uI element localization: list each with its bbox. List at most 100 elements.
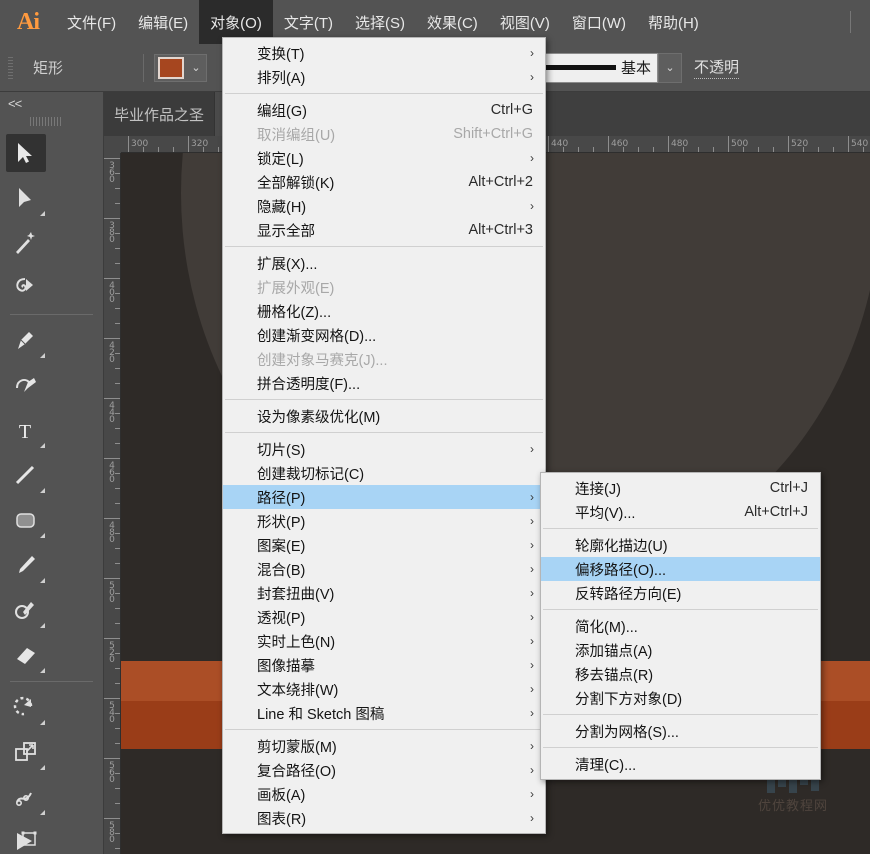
object-menu-item-19[interactable]: 图案(E)› <box>223 533 545 557</box>
brush-name-label: 基本 <box>621 57 651 78</box>
scale-tool-icon <box>12 739 40 767</box>
object-menu-item-17[interactable]: 路径(P)› <box>223 485 545 509</box>
object-menu-item-1[interactable]: 排列(A)› <box>223 65 545 89</box>
ruler-minor-tick <box>653 147 654 152</box>
brush-preview-icon <box>544 65 616 70</box>
ruler-tick <box>104 278 120 279</box>
tools-panel: << T ↰ <box>0 92 104 854</box>
fill-chevron-down-icon[interactable]: ⌄ <box>186 55 206 81</box>
object-menu-item-0[interactable]: 变换(T)› <box>223 41 545 65</box>
path-submenu-item-7[interactable]: 移去锚点(R) <box>541 662 820 686</box>
app-logo-icon: Ai <box>0 0 56 44</box>
object-menu-item-7[interactable]: 显示全部Alt+Ctrl+3 <box>223 218 545 242</box>
menu-0[interactable]: 文件(F) <box>56 0 127 44</box>
fill-swatch[interactable] <box>158 57 184 79</box>
object-menu-item-25[interactable]: 文本绕排(W)› <box>223 677 545 701</box>
submenu-chevron-right-icon: › <box>530 562 534 576</box>
object-menu-item-11[interactable]: 创建渐变网格(D)... <box>223 323 545 347</box>
paintbrush-tool-icon <box>12 552 40 580</box>
object-menu-dropdown[interactable]: 变换(T)›排列(A)› 编组(G)Ctrl+G取消编组(U)Shift+Ctrl… <box>222 37 546 834</box>
type-tool[interactable]: T <box>0 408 52 453</box>
menu-item-label: 分割下方对象(D) <box>575 688 808 709</box>
object-menu-item-30[interactable]: 图表(R)› <box>223 806 545 830</box>
ruler-corner[interactable] <box>104 136 121 153</box>
path-submenu-item-8[interactable]: 分割下方对象(D) <box>541 686 820 710</box>
ruler-label: 540 <box>107 701 117 722</box>
object-menu-item-15[interactable]: 切片(S)› <box>223 437 545 461</box>
direct-selection-tool[interactable] <box>0 176 52 221</box>
tools-panel-grip[interactable] <box>0 115 103 127</box>
object-menu-item-3: 取消编组(U)Shift+Ctrl+G <box>223 122 545 146</box>
object-menu-item-8[interactable]: 扩展(X)... <box>223 251 545 275</box>
object-menu-item-5[interactable]: 全部解锁(K)Alt+Ctrl+2 <box>223 170 545 194</box>
tool-flyout-indicator-icon <box>40 533 45 538</box>
path-submenu-dropdown[interactable]: 连接(J)Ctrl+J平均(V)...Alt+Ctrl+J 轮廓化描边(U)偏移路… <box>540 472 821 780</box>
submenu-chevron-right-icon: › <box>530 706 534 720</box>
menu-separator <box>225 93 543 94</box>
object-menu-item-6[interactable]: 隐藏(H)› <box>223 194 545 218</box>
selection-tool[interactable] <box>0 131 52 176</box>
brush-definition-control[interactable]: 基本 <box>537 53 658 83</box>
vertical-ruler[interactable]: 360380400420440460480500520540560580 <box>104 136 121 854</box>
object-menu-item-18[interactable]: 形状(P)› <box>223 509 545 533</box>
control-bar-grip[interactable] <box>5 57 19 79</box>
object-menu-item-26[interactable]: Line 和 Sketch 图稿› <box>223 701 545 725</box>
path-submenu-item-2[interactable]: 轮廓化描边(U) <box>541 533 820 557</box>
fill-color-control[interactable]: ⌄ <box>154 54 207 82</box>
object-menu-item-24[interactable]: 图像描摹› <box>223 653 545 677</box>
width-tool[interactable] <box>0 775 52 820</box>
curvature-tool[interactable] <box>0 363 52 408</box>
object-menu-item-22[interactable]: 透视(P)› <box>223 605 545 629</box>
object-menu-item-13[interactable]: 拼合透明度(F)... <box>223 371 545 395</box>
path-submenu-item-4[interactable]: 反转路径方向(E) <box>541 581 820 605</box>
scale-tool[interactable] <box>0 730 52 775</box>
ruler-minor-tick <box>773 147 774 152</box>
path-submenu-item-3[interactable]: 偏移路径(O)... <box>541 557 820 581</box>
menu-8[interactable]: 帮助(H) <box>637 0 710 44</box>
object-menu-item-29[interactable]: 画板(A)› <box>223 782 545 806</box>
ruler-minor-tick <box>115 308 120 309</box>
menu-item-label: 设为像素级优化(M) <box>257 406 533 427</box>
object-menu-item-20[interactable]: 混合(B)› <box>223 557 545 581</box>
eraser-tool[interactable] <box>0 633 52 678</box>
shaper-tool[interactable] <box>0 588 52 633</box>
ruler-label: 520 <box>107 641 117 662</box>
object-menu-item-4[interactable]: 锁定(L)› <box>223 146 545 170</box>
ruler-minor-tick <box>578 147 579 152</box>
free-transform-tool[interactable] <box>0 820 52 854</box>
path-submenu-item-1[interactable]: 平均(V)...Alt+Ctrl+J <box>541 500 820 524</box>
line-segment-tool[interactable] <box>0 453 52 498</box>
pen-tool[interactable] <box>0 318 52 363</box>
brush-chevron-down-icon[interactable]: ⌄ <box>658 53 682 83</box>
object-menu-item-2[interactable]: 编组(G)Ctrl+G <box>223 98 545 122</box>
paintbrush-tool[interactable] <box>0 543 52 588</box>
object-menu-item-28[interactable]: 复合路径(O)› <box>223 758 545 782</box>
object-menu-item-21[interactable]: 封套扭曲(V)› <box>223 581 545 605</box>
menu-1[interactable]: 编辑(E) <box>127 0 199 44</box>
menu-item-label: 添加锚点(A) <box>575 640 808 661</box>
opacity-label[interactable]: 不透明 <box>694 56 739 79</box>
lasso-tool[interactable] <box>0 266 52 311</box>
object-menu-item-10[interactable]: 栅格化(Z)... <box>223 299 545 323</box>
ruler-minor-tick <box>115 263 120 264</box>
ruler-tick <box>104 758 120 759</box>
rectangle-tool[interactable] <box>0 498 52 543</box>
collapse-panel-icon[interactable]: << <box>0 92 103 113</box>
magic-wand-tool[interactable] <box>0 221 52 266</box>
object-menu-item-16[interactable]: 创建裁切标记(C) <box>223 461 545 485</box>
ruler-minor-tick <box>115 683 120 684</box>
document-tab-1[interactable]: 毕业作品之圣 <box>104 92 215 136</box>
menu-bar-right <box>830 0 870 44</box>
path-submenu-item-9[interactable]: 分割为网格(S)... <box>541 719 820 743</box>
path-submenu-item-5[interactable]: 简化(M)... <box>541 614 820 638</box>
object-menu-item-27[interactable]: 剪切蒙版(M)› <box>223 734 545 758</box>
menu-7[interactable]: 窗口(W) <box>561 0 637 44</box>
object-menu-item-23[interactable]: 实时上色(N)› <box>223 629 545 653</box>
object-menu-item-14[interactable]: 设为像素级优化(M) <box>223 404 545 428</box>
rotate-tool[interactable] <box>0 685 52 730</box>
path-submenu-item-0[interactable]: 连接(J)Ctrl+J <box>541 476 820 500</box>
path-submenu-item-6[interactable]: 添加锚点(A) <box>541 638 820 662</box>
path-submenu-item-10[interactable]: 清理(C)... <box>541 752 820 776</box>
menu-label: 编辑(E) <box>138 12 188 33</box>
ruler-label: 460 <box>611 139 628 149</box>
